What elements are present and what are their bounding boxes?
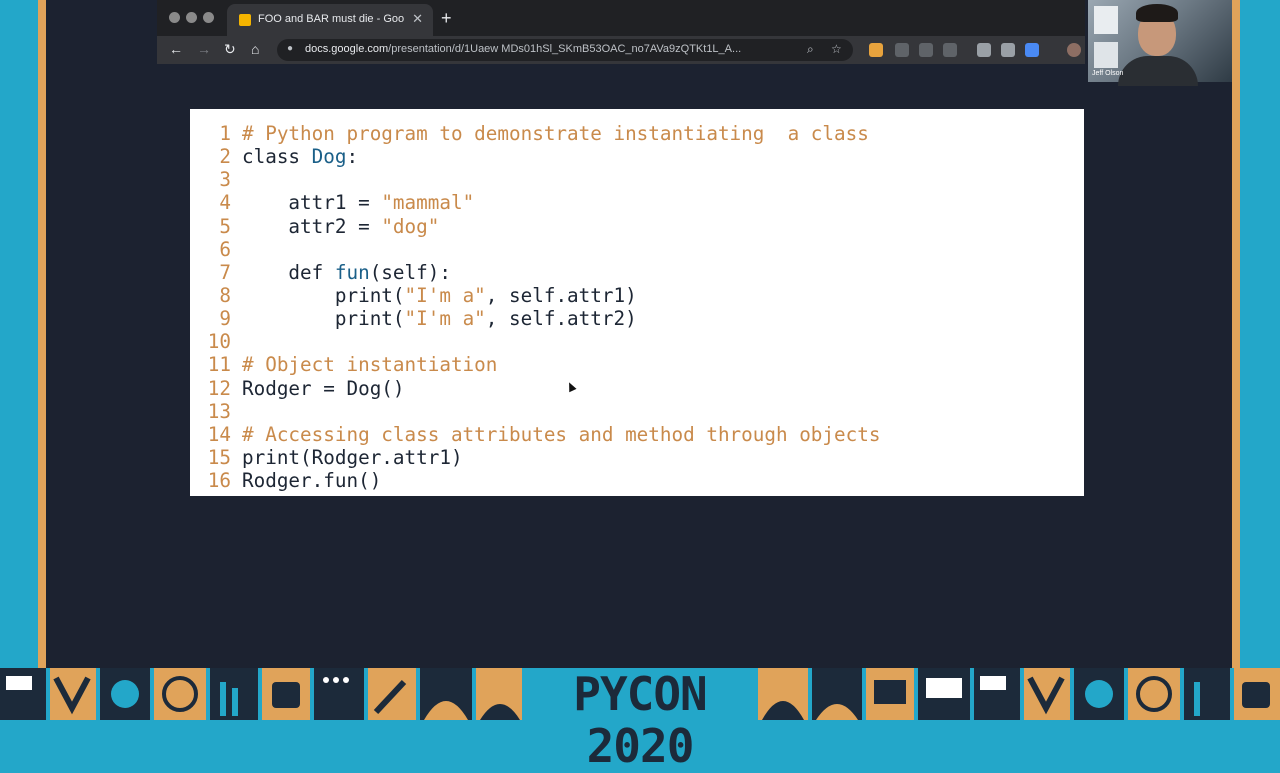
line-number: 14 <box>207 422 231 446</box>
code-line: 1 # Python program to demonstrate instant… <box>190 122 880 145</box>
forward-button[interactable]: → <box>197 41 211 57</box>
code-token: : <box>346 145 359 169</box>
line-number: 2 <box>219 145 231 169</box>
code-token: Rodger.fun() <box>242 469 382 493</box>
line-number: 9 <box>219 307 231 331</box>
extension-icon[interactable] <box>1025 43 1039 57</box>
speaker-hair-shape <box>1136 4 1178 22</box>
url-path: /presentation/d/1Uaew MDs01hSl_SKmB53OAC… <box>388 43 742 55</box>
code-block: 1 # Python program to demonstrate instant… <box>190 122 881 492</box>
code-line: 14 # Accessing class attributes and metho… <box>190 422 881 446</box>
line-number: 8 <box>219 283 231 307</box>
code-line: 9 print("I'm a", self.attr2) <box>190 307 880 330</box>
reload-button[interactable]: ↻ <box>224 41 236 58</box>
code-token: print( <box>242 307 405 331</box>
extension-icon[interactable] <box>869 43 883 57</box>
code-line: 13 <box>190 400 880 423</box>
line-number: 12 <box>207 376 231 400</box>
extension-icon[interactable] <box>977 43 991 57</box>
tab-title: FOO and BAR must die - Goo <box>258 13 405 25</box>
url-text: docs.google.com/presentation/d/1Uaew MDs… <box>305 43 775 55</box>
code-line: 6 <box>190 238 880 261</box>
new-tab-button[interactable]: + <box>441 8 452 29</box>
address-bar[interactable]: ● docs.google.com/presentation/d/1Uaew M… <box>277 39 853 61</box>
code-line: 15 print(Rodger.attr1) <box>190 446 880 469</box>
close-tab-icon[interactable]: ✕ <box>412 11 423 27</box>
code-token: "dog" <box>381 214 440 238</box>
lock-icon: ● <box>287 43 294 54</box>
code-token: # Accessing class attributes and method … <box>242 422 881 446</box>
bookmark-star-icon[interactable]: ☆ <box>831 42 842 56</box>
code-line: 5 attr2 = "dog" <box>190 215 880 238</box>
banner-tiles-right <box>758 668 1280 720</box>
code-token: "mammal" <box>381 191 475 215</box>
browser-tab[interactable]: FOO and BAR must die - Goo ✕ <box>227 4 433 36</box>
code-token: def <box>242 260 335 284</box>
code-token: , self.attr2) <box>485 307 637 331</box>
speaker-body-shape <box>1118 56 1198 86</box>
code-line: 8 print("I'm a", self.attr1) <box>190 284 880 307</box>
line-number: 4 <box>219 191 231 215</box>
home-button[interactable]: ⌂ <box>251 41 259 57</box>
window-minimize-dot[interactable] <box>186 12 197 23</box>
line-number: 3 <box>219 168 231 192</box>
extension-icon[interactable] <box>895 43 909 57</box>
code-line: 7 def fun(self): <box>190 261 880 284</box>
slide-canvas: 1 # Python program to demonstrate instant… <box>190 109 1084 496</box>
browser-tab-bar: FOO and BAR must die - Goo ✕ + <box>157 0 1085 36</box>
right-accent-stripe <box>1232 0 1240 668</box>
line-number: 7 <box>219 260 231 284</box>
code-token: Dog <box>311 145 347 169</box>
line-number: 15 <box>207 445 231 469</box>
line-number: 5 <box>219 214 231 238</box>
line-number: 1 <box>219 122 231 145</box>
window-close-dot[interactable] <box>169 12 180 23</box>
code-token: # Python program to demonstrate instanti… <box>242 122 869 145</box>
code-line: 2 class Dog: <box>190 145 880 168</box>
code-token: attr2 = <box>242 214 382 238</box>
line-number: 6 <box>219 237 231 261</box>
window-maximize-dot[interactable] <box>203 12 214 23</box>
slides-favicon-icon <box>239 14 251 26</box>
code-line: 12 Rodger = Dog() <box>190 377 880 400</box>
code-token: "I'm a" <box>404 307 486 331</box>
code-line: 3 <box>190 168 880 191</box>
code-token: (self): <box>369 260 451 284</box>
code-token: class <box>242 145 312 169</box>
browser-toolbar: ← → ↻ ⌂ ● docs.google.com/presentation/d… <box>157 36 1085 64</box>
code-token: # Object instantiation <box>242 353 498 377</box>
line-number: 10 <box>207 330 231 354</box>
pycon-2020-logo-text: PYCON 2020 <box>525 668 755 772</box>
profile-avatar-icon[interactable] <box>1067 43 1081 57</box>
code-line: 4 attr1 = "mammal" <box>190 191 880 214</box>
code-token: "I'm a" <box>404 283 486 307</box>
code-line: 10 <box>190 330 880 353</box>
left-accent-stripe <box>38 0 46 668</box>
url-host: docs.google.com <box>305 43 389 55</box>
extension-icon[interactable] <box>943 43 957 57</box>
background-window-shape <box>1094 6 1118 34</box>
code-line: 16 Rodger.fun() <box>190 469 880 492</box>
line-number: 16 <box>207 469 231 493</box>
extension-icon[interactable] <box>919 43 933 57</box>
code-token: print(Rodger.attr1) <box>242 445 463 469</box>
search-icon[interactable]: ⌕ <box>807 42 814 57</box>
line-number: 11 <box>207 353 231 377</box>
code-token: attr1 = <box>242 191 382 215</box>
code-token: fun <box>334 260 370 284</box>
line-number: 13 <box>207 399 231 423</box>
code-line: 11 # Object instantiation <box>190 353 880 376</box>
extension-icon[interactable] <box>1001 43 1015 57</box>
webcam-video: Jeff Olson <box>1088 0 1232 86</box>
back-button[interactable]: ← <box>169 41 183 57</box>
code-token: print( <box>242 283 405 307</box>
code-token: Rodger = Dog() <box>242 376 405 400</box>
participant-name: Jeff Olson <box>1092 70 1124 77</box>
background-window-shape <box>1094 42 1118 68</box>
code-token: , self.attr1) <box>485 283 637 307</box>
